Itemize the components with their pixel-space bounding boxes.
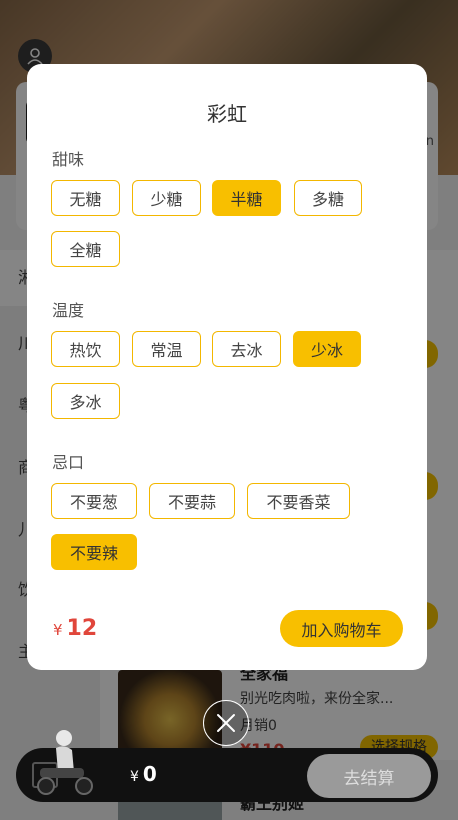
price-currency: ¥ bbox=[53, 621, 63, 639]
option-no-scallion[interactable]: 不要葱 bbox=[51, 483, 137, 519]
option-temp-more-ice[interactable]: 多冰 bbox=[51, 383, 120, 419]
cart-total: ¥0 bbox=[130, 762, 157, 786]
option-sweet-full[interactable]: 全糖 bbox=[51, 231, 120, 267]
modal-title: 彩虹 bbox=[207, 102, 247, 126]
option-temp-less-ice[interactable]: 少冰 bbox=[293, 331, 361, 367]
delivery-rider-icon bbox=[37, 730, 93, 795]
option-sweet-more[interactable]: 多糖 bbox=[294, 180, 362, 216]
modal-price: ¥12 bbox=[53, 616, 97, 641]
option-sweet-half[interactable]: 半糖 bbox=[212, 180, 281, 216]
option-sweet-less[interactable]: 少糖 bbox=[132, 180, 201, 216]
cart-amount: 0 bbox=[142, 762, 157, 786]
add-to-cart-button[interactable]: 加入购物车 bbox=[280, 610, 403, 647]
group-label-temperature: 温度 bbox=[52, 301, 85, 320]
spec-modal: 彩虹 甜味 无糖 少糖 半糖 多糖 全糖 温度 热饮 常温 去冰 少冰 多冰 忌… bbox=[27, 64, 427, 670]
option-no-cilantro[interactable]: 不要香菜 bbox=[247, 483, 350, 519]
checkout-button[interactable]: 去结算 bbox=[307, 754, 431, 798]
price-amount: 12 bbox=[66, 616, 98, 641]
group-label-restrictions: 忌口 bbox=[52, 453, 85, 472]
cart-currency: ¥ bbox=[130, 769, 139, 785]
close-icon[interactable] bbox=[203, 700, 249, 746]
option-sweet-none[interactable]: 无糖 bbox=[51, 180, 120, 216]
group-label-sweetness: 甜味 bbox=[52, 150, 85, 169]
option-temp-hot[interactable]: 热饮 bbox=[51, 331, 120, 367]
option-no-garlic[interactable]: 不要蒜 bbox=[149, 483, 235, 519]
option-temp-no-ice[interactable]: 去冰 bbox=[212, 331, 281, 367]
option-temp-room[interactable]: 常温 bbox=[132, 331, 201, 367]
option-no-spicy[interactable]: 不要辣 bbox=[51, 534, 137, 570]
